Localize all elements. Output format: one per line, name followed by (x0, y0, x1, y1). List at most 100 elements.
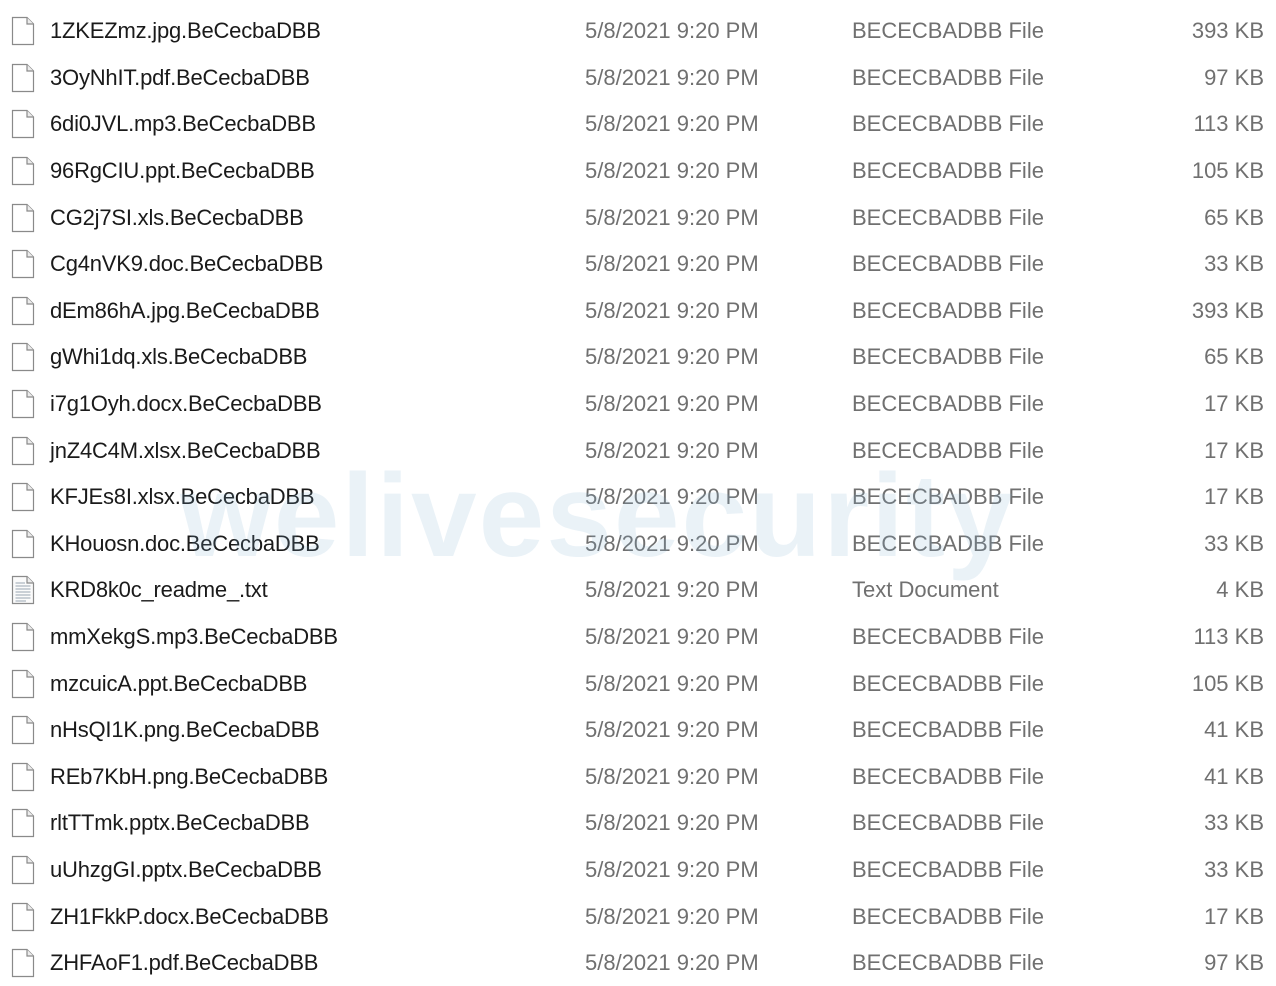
file-name: KHouosn.doc.BeCecbaDBB (50, 530, 320, 556)
file-row[interactable]: ZHFAoF1.pdf.BeCecbaDBB 5/8/2021 9:20 PM … (0, 940, 1276, 986)
file-row[interactable]: KHouosn.doc.BeCecbaDBB 5/8/2021 9:20 PM … (0, 521, 1276, 568)
file-row[interactable]: jnZ4C4M.xlsx.BeCecbaDBB 5/8/2021 9:20 PM… (0, 427, 1276, 474)
file-type: BECECBADBB File (852, 950, 1044, 976)
file-row[interactable]: 6di0JVL.mp3.BeCecbaDBB 5/8/2021 9:20 PM … (0, 101, 1276, 148)
file-row[interactable]: rltTTmk.pptx.BeCecbaDBB 5/8/2021 9:20 PM… (0, 800, 1276, 847)
file-size: 105 KB (1191, 158, 1264, 184)
file-row[interactable]: mzcuicA.ppt.BeCecbaDBB 5/8/2021 9:20 PM … (0, 660, 1276, 707)
blank-file-icon (10, 63, 36, 93)
date-modified: 5/8/2021 9:20 PM (585, 717, 759, 743)
name-column: gWhi1dq.xls.BeCecbaDBB (10, 342, 307, 372)
file-row[interactable]: CG2j7SI.xls.BeCecbaDBB 5/8/2021 9:20 PM … (0, 194, 1276, 241)
file-size: 33 KB (1204, 530, 1264, 556)
file-name: mzcuicA.ppt.BeCecbaDBB (50, 670, 308, 696)
file-type: BECECBADBB File (852, 111, 1044, 137)
date-modified: 5/8/2021 9:20 PM (585, 251, 759, 277)
file-type: BECECBADBB File (852, 903, 1044, 929)
blank-file-icon (10, 715, 36, 745)
blank-file-icon (10, 342, 36, 372)
file-type: BECECBADBB File (852, 717, 1044, 743)
file-row[interactable]: KRD8k0c_readme_.txt 5/8/2021 9:20 PM Tex… (0, 567, 1276, 614)
file-name: REb7KbH.png.BeCecbaDBB (50, 763, 329, 789)
blank-file-icon (10, 482, 36, 512)
file-row[interactable]: i7g1Oyh.docx.BeCecbaDBB 5/8/2021 9:20 PM… (0, 381, 1276, 428)
date-modified: 5/8/2021 9:20 PM (585, 297, 759, 323)
date-modified: 5/8/2021 9:20 PM (585, 391, 759, 417)
file-row[interactable]: uUhzgGI.pptx.BeCecbaDBB 5/8/2021 9:20 PM… (0, 847, 1276, 894)
file-name: mmXekgS.mp3.BeCecbaDBB (50, 624, 338, 650)
name-column: 6di0JVL.mp3.BeCecbaDBB (10, 109, 316, 139)
file-type: BECECBADBB File (852, 856, 1044, 882)
date-modified: 5/8/2021 9:20 PM (585, 204, 759, 230)
file-size: 17 KB (1204, 484, 1264, 510)
file-name: rltTTmk.pptx.BeCecbaDBB (50, 810, 310, 836)
date-modified: 5/8/2021 9:20 PM (585, 763, 759, 789)
file-row[interactable]: Cg4nVK9.doc.BeCecbaDBB 5/8/2021 9:20 PM … (0, 241, 1276, 288)
file-size: 65 KB (1204, 344, 1264, 370)
name-column: KHouosn.doc.BeCecbaDBB (10, 529, 320, 559)
file-size: 65 KB (1204, 204, 1264, 230)
date-modified: 5/8/2021 9:20 PM (585, 437, 759, 463)
blank-file-icon (10, 529, 36, 559)
file-name: KFJEs8I.xlsx.BeCecbaDBB (50, 484, 315, 510)
name-column: mmXekgS.mp3.BeCecbaDBB (10, 622, 338, 652)
file-size: 4 KB (1216, 577, 1264, 603)
file-row[interactable]: gWhi1dq.xls.BeCecbaDBB 5/8/2021 9:20 PM … (0, 334, 1276, 381)
name-column: mzcuicA.ppt.BeCecbaDBB (10, 669, 307, 699)
file-name: nHsQI1K.png.BeCecbaDBB (50, 717, 320, 743)
blank-file-icon (10, 389, 36, 419)
blank-file-icon (10, 109, 36, 139)
file-name: KRD8k0c_readme_.txt (50, 577, 268, 603)
name-column: CG2j7SI.xls.BeCecbaDBB (10, 203, 304, 233)
file-size: 97 KB (1204, 64, 1264, 90)
file-size: 113 KB (1193, 624, 1264, 650)
name-column: nHsQI1K.png.BeCecbaDBB (10, 715, 320, 745)
text-document-icon (10, 575, 36, 605)
date-modified: 5/8/2021 9:20 PM (585, 111, 759, 137)
file-list: 1ZKEZmz.jpg.BeCecbaDBB 5/8/2021 9:20 PM … (0, 8, 1276, 986)
file-name: 3OyNhIT.pdf.BeCecbaDBB (50, 64, 310, 90)
file-name: ZHFAoF1.pdf.BeCecbaDBB (50, 950, 319, 976)
file-type: BECECBADBB File (852, 484, 1044, 510)
date-modified: 5/8/2021 9:20 PM (585, 530, 759, 556)
name-column: 1ZKEZmz.jpg.BeCecbaDBB (10, 16, 321, 46)
file-row[interactable]: 1ZKEZmz.jpg.BeCecbaDBB 5/8/2021 9:20 PM … (0, 8, 1276, 55)
blank-file-icon (10, 669, 36, 699)
blank-file-icon (10, 855, 36, 885)
date-modified: 5/8/2021 9:20 PM (585, 903, 759, 929)
file-type: BECECBADBB File (852, 530, 1044, 556)
file-name: dEm86hA.jpg.BeCecbaDBB (50, 297, 320, 323)
file-size: 33 KB (1204, 856, 1264, 882)
file-type: BECECBADBB File (852, 810, 1044, 836)
file-size: 41 KB (1204, 717, 1264, 743)
file-type: BECECBADBB File (852, 624, 1044, 650)
file-row[interactable]: KFJEs8I.xlsx.BeCecbaDBB 5/8/2021 9:20 PM… (0, 474, 1276, 521)
file-name: gWhi1dq.xls.BeCecbaDBB (50, 344, 308, 370)
file-row[interactable]: ZH1FkkP.docx.BeCecbaDBB 5/8/2021 9:20 PM… (0, 893, 1276, 940)
file-type: BECECBADBB File (852, 391, 1044, 417)
file-size: 105 KB (1191, 670, 1264, 696)
name-column: KRD8k0c_readme_.txt (10, 575, 268, 605)
file-size: 17 KB (1204, 437, 1264, 463)
file-type: Text Document (852, 577, 999, 603)
name-column: KFJEs8I.xlsx.BeCecbaDBB (10, 482, 315, 512)
name-column: REb7KbH.png.BeCecbaDBB (10, 762, 328, 792)
file-size: 41 KB (1204, 763, 1264, 789)
date-modified: 5/8/2021 9:20 PM (585, 856, 759, 882)
file-row[interactable]: nHsQI1K.png.BeCecbaDBB 5/8/2021 9:20 PM … (0, 707, 1276, 754)
file-name: 96RgCIU.ppt.BeCecbaDBB (50, 158, 315, 184)
file-row[interactable]: 3OyNhIT.pdf.BeCecbaDBB 5/8/2021 9:20 PM … (0, 55, 1276, 102)
date-modified: 5/8/2021 9:20 PM (585, 64, 759, 90)
file-type: BECECBADBB File (852, 204, 1044, 230)
file-size: 97 KB (1204, 950, 1264, 976)
blank-file-icon (10, 249, 36, 279)
blank-file-icon (10, 808, 36, 838)
file-size: 17 KB (1204, 391, 1264, 417)
file-row[interactable]: 96RgCIU.ppt.BeCecbaDBB 5/8/2021 9:20 PM … (0, 148, 1276, 195)
file-row[interactable]: dEm86hA.jpg.BeCecbaDBB 5/8/2021 9:20 PM … (0, 288, 1276, 335)
file-type: BECECBADBB File (852, 158, 1044, 184)
file-size: 17 KB (1204, 903, 1264, 929)
blank-file-icon (10, 296, 36, 326)
file-row[interactable]: mmXekgS.mp3.BeCecbaDBB 5/8/2021 9:20 PM … (0, 614, 1276, 661)
file-row[interactable]: REb7KbH.png.BeCecbaDBB 5/8/2021 9:20 PM … (0, 754, 1276, 801)
